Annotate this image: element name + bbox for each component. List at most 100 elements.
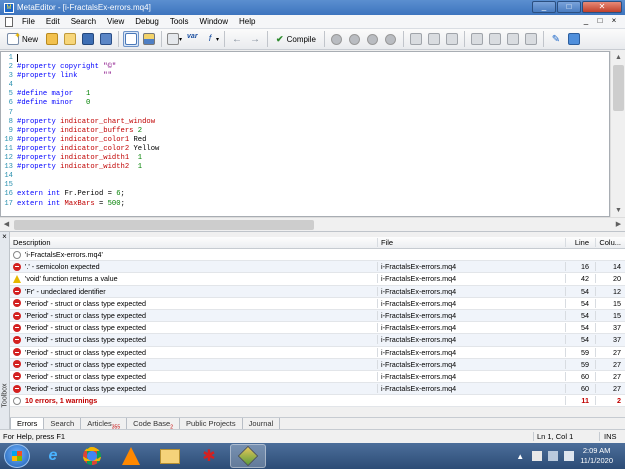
code-line[interactable]: 8 #property indicator_chart_window bbox=[1, 118, 609, 127]
flag-icon[interactable] bbox=[532, 451, 543, 461]
start-debug-real-button[interactable] bbox=[329, 31, 345, 47]
error-row[interactable]: '.' - semicolon expected i-FractalsEx-err… bbox=[10, 261, 625, 274]
highlight-button[interactable]: ✎ bbox=[548, 31, 564, 47]
taskbar-clock[interactable]: 2:09 AM 11/1/2020 bbox=[580, 446, 613, 466]
new-button[interactable]: ✦ New bbox=[3, 31, 42, 47]
code-line[interactable]: 7 bbox=[1, 109, 609, 118]
back-button[interactable]: ← bbox=[229, 31, 245, 47]
scroll-right-arrow-icon[interactable]: ▶ bbox=[612, 218, 625, 231]
toolbox-toggle-button[interactable] bbox=[141, 31, 157, 47]
menu-view[interactable]: View bbox=[104, 17, 132, 26]
vertical-scroll-thumb[interactable] bbox=[613, 65, 624, 111]
code-editor[interactable]: 1 2 #property copyright "©" 3 #property link… bbox=[0, 51, 610, 217]
save-all-button[interactable] bbox=[98, 31, 114, 47]
code-line[interactable]: 15 bbox=[1, 181, 609, 190]
code-line[interactable]: 11 #property indicator_color2 Yellow bbox=[1, 145, 609, 154]
code-line[interactable]: 16 extern int Fr.Period = 6; bbox=[1, 190, 609, 199]
toolbox-close-icon[interactable]: × bbox=[0, 232, 9, 242]
horizontal-scroll-thumb[interactable] bbox=[14, 220, 314, 230]
error-row[interactable]: 'Period' - struct or class type expected… bbox=[10, 358, 625, 371]
error-row[interactable]: 'Period' - struct or class type expected… bbox=[10, 297, 625, 310]
save-button[interactable] bbox=[80, 31, 96, 47]
code-line[interactable]: 12 #property indicator_width1 1 bbox=[1, 154, 609, 163]
scroll-left-arrow-icon[interactable]: ◀ bbox=[0, 218, 13, 231]
taskbar-explorer[interactable] bbox=[152, 444, 188, 468]
open-data-folder-button[interactable] bbox=[62, 31, 78, 47]
code-lines[interactable]: 1 2 #property copyright "©" 3 #property link… bbox=[1, 54, 609, 209]
watch-button[interactable] bbox=[505, 31, 521, 47]
stop-button[interactable] bbox=[383, 31, 399, 47]
navigator-toggle-button[interactable] bbox=[123, 31, 140, 47]
errors-summary-row[interactable]: 10 errors, 1 warnings 11 2 bbox=[10, 395, 625, 408]
compile-button[interactable]: ✔ Compile bbox=[272, 31, 320, 47]
start-button[interactable] bbox=[4, 444, 30, 468]
metaeditor-app-icon[interactable]: M bbox=[4, 2, 14, 13]
tray-expand-icon[interactable]: ▲ bbox=[516, 452, 524, 461]
error-column: 27 bbox=[595, 359, 625, 369]
document-icon[interactable] bbox=[5, 16, 13, 27]
column-header-file[interactable]: File bbox=[377, 238, 565, 247]
volume-icon[interactable] bbox=[564, 451, 575, 461]
column-header-line[interactable]: Line bbox=[565, 238, 595, 247]
styler-button[interactable]: ▾ bbox=[166, 31, 183, 47]
scroll-down-arrow-icon[interactable]: ▼ bbox=[611, 204, 625, 217]
error-row[interactable]: 'Period' - struct or class type expected… bbox=[10, 346, 625, 359]
code-line[interactable]: 17 extern int MaxBars = 500; bbox=[1, 200, 609, 209]
mdi-minimize-button[interactable]: _ bbox=[579, 16, 593, 25]
menu-debug[interactable]: Debug bbox=[132, 17, 167, 26]
code-line[interactable]: 13 #property indicator_width2 1 bbox=[1, 163, 609, 172]
column-header-description[interactable]: Description bbox=[10, 238, 377, 247]
open-folder-button[interactable] bbox=[44, 31, 60, 47]
options-button[interactable] bbox=[566, 31, 582, 47]
editor-vertical-scrollbar[interactable]: ▲ ▼ bbox=[610, 51, 625, 217]
close-button[interactable]: ✕ bbox=[582, 1, 622, 13]
code-line[interactable]: 2 #property copyright "©" bbox=[1, 63, 609, 72]
step-out-button[interactable] bbox=[444, 31, 460, 47]
code-line[interactable]: 10 #property indicator_color1 Red bbox=[1, 136, 609, 145]
insert-variable-button[interactable]: var bbox=[185, 31, 201, 47]
error-row[interactable]: 'Period' - struct or class type expected… bbox=[10, 309, 625, 323]
taskbar-vlc[interactable] bbox=[113, 444, 149, 468]
editor-horizontal-scrollbar[interactable]: ◀ ▶ bbox=[0, 217, 625, 231]
mdi-restore-button[interactable]: □ bbox=[593, 16, 607, 25]
scroll-up-arrow-icon[interactable]: ▲ bbox=[611, 51, 625, 64]
step-into-button[interactable] bbox=[408, 31, 424, 47]
taskbar-chrome[interactable] bbox=[74, 444, 110, 468]
forward-button[interactable]: → bbox=[247, 31, 263, 47]
error-row[interactable]: 'i-FractalsEx-errors.mq4' bbox=[10, 249, 625, 262]
taskbar-ie[interactable]: e bbox=[35, 444, 71, 468]
step-over-button[interactable] bbox=[426, 31, 442, 47]
breakpoint-button[interactable] bbox=[469, 31, 485, 47]
error-row[interactable]: 'Period' - struct or class type expected… bbox=[10, 370, 625, 384]
menu-edit[interactable]: Edit bbox=[43, 17, 68, 26]
taskbar-app-red[interactable]: ✱ bbox=[191, 444, 227, 468]
error-row[interactable]: 'Period' - struct or class type expected… bbox=[10, 383, 625, 396]
pause-button[interactable] bbox=[365, 31, 381, 47]
menu-search[interactable]: Search bbox=[68, 17, 104, 26]
menu-file[interactable]: File bbox=[19, 17, 43, 26]
menu-help[interactable]: Help bbox=[236, 17, 263, 26]
code-line[interactable]: 1 bbox=[1, 54, 609, 63]
error-row[interactable]: 'Period' - struct or class type expected… bbox=[10, 322, 625, 335]
error-row[interactable]: 'Period' - struct or class type expected… bbox=[10, 334, 625, 347]
code-line[interactable]: 9 #property indicator_buffers 2 bbox=[1, 127, 609, 136]
column-header-column[interactable]: Colu... bbox=[595, 238, 625, 247]
insert-function-button[interactable]: f ▾ bbox=[203, 31, 220, 47]
error-row[interactable]: 'void' function returns a value i-Fractal… bbox=[10, 273, 625, 286]
start-debug-history-button[interactable] bbox=[347, 31, 363, 47]
code-line[interactable]: 3 #property link "" bbox=[1, 72, 609, 81]
mdi-close-button[interactable]: × bbox=[607, 16, 621, 25]
code-line[interactable]: 4 bbox=[1, 81, 609, 90]
menu-window[interactable]: Window bbox=[197, 17, 236, 26]
network-icon[interactable] bbox=[548, 451, 559, 461]
profiling-button[interactable] bbox=[523, 31, 539, 47]
maximize-button[interactable]: □ bbox=[557, 1, 581, 13]
remove-breakpoints-button[interactable] bbox=[487, 31, 503, 47]
minimize-button[interactable]: _ bbox=[532, 1, 556, 13]
code-line[interactable]: 5 #define major 1 bbox=[1, 90, 609, 99]
code-line[interactable]: 6 #define minor 0 bbox=[1, 99, 609, 108]
taskbar-metaeditor[interactable] bbox=[230, 444, 266, 468]
menu-tools[interactable]: Tools bbox=[167, 17, 197, 26]
error-row[interactable]: 'Fr' - undeclared identifier i-FractalsEx… bbox=[10, 285, 625, 298]
code-line[interactable]: 14 bbox=[1, 172, 609, 181]
